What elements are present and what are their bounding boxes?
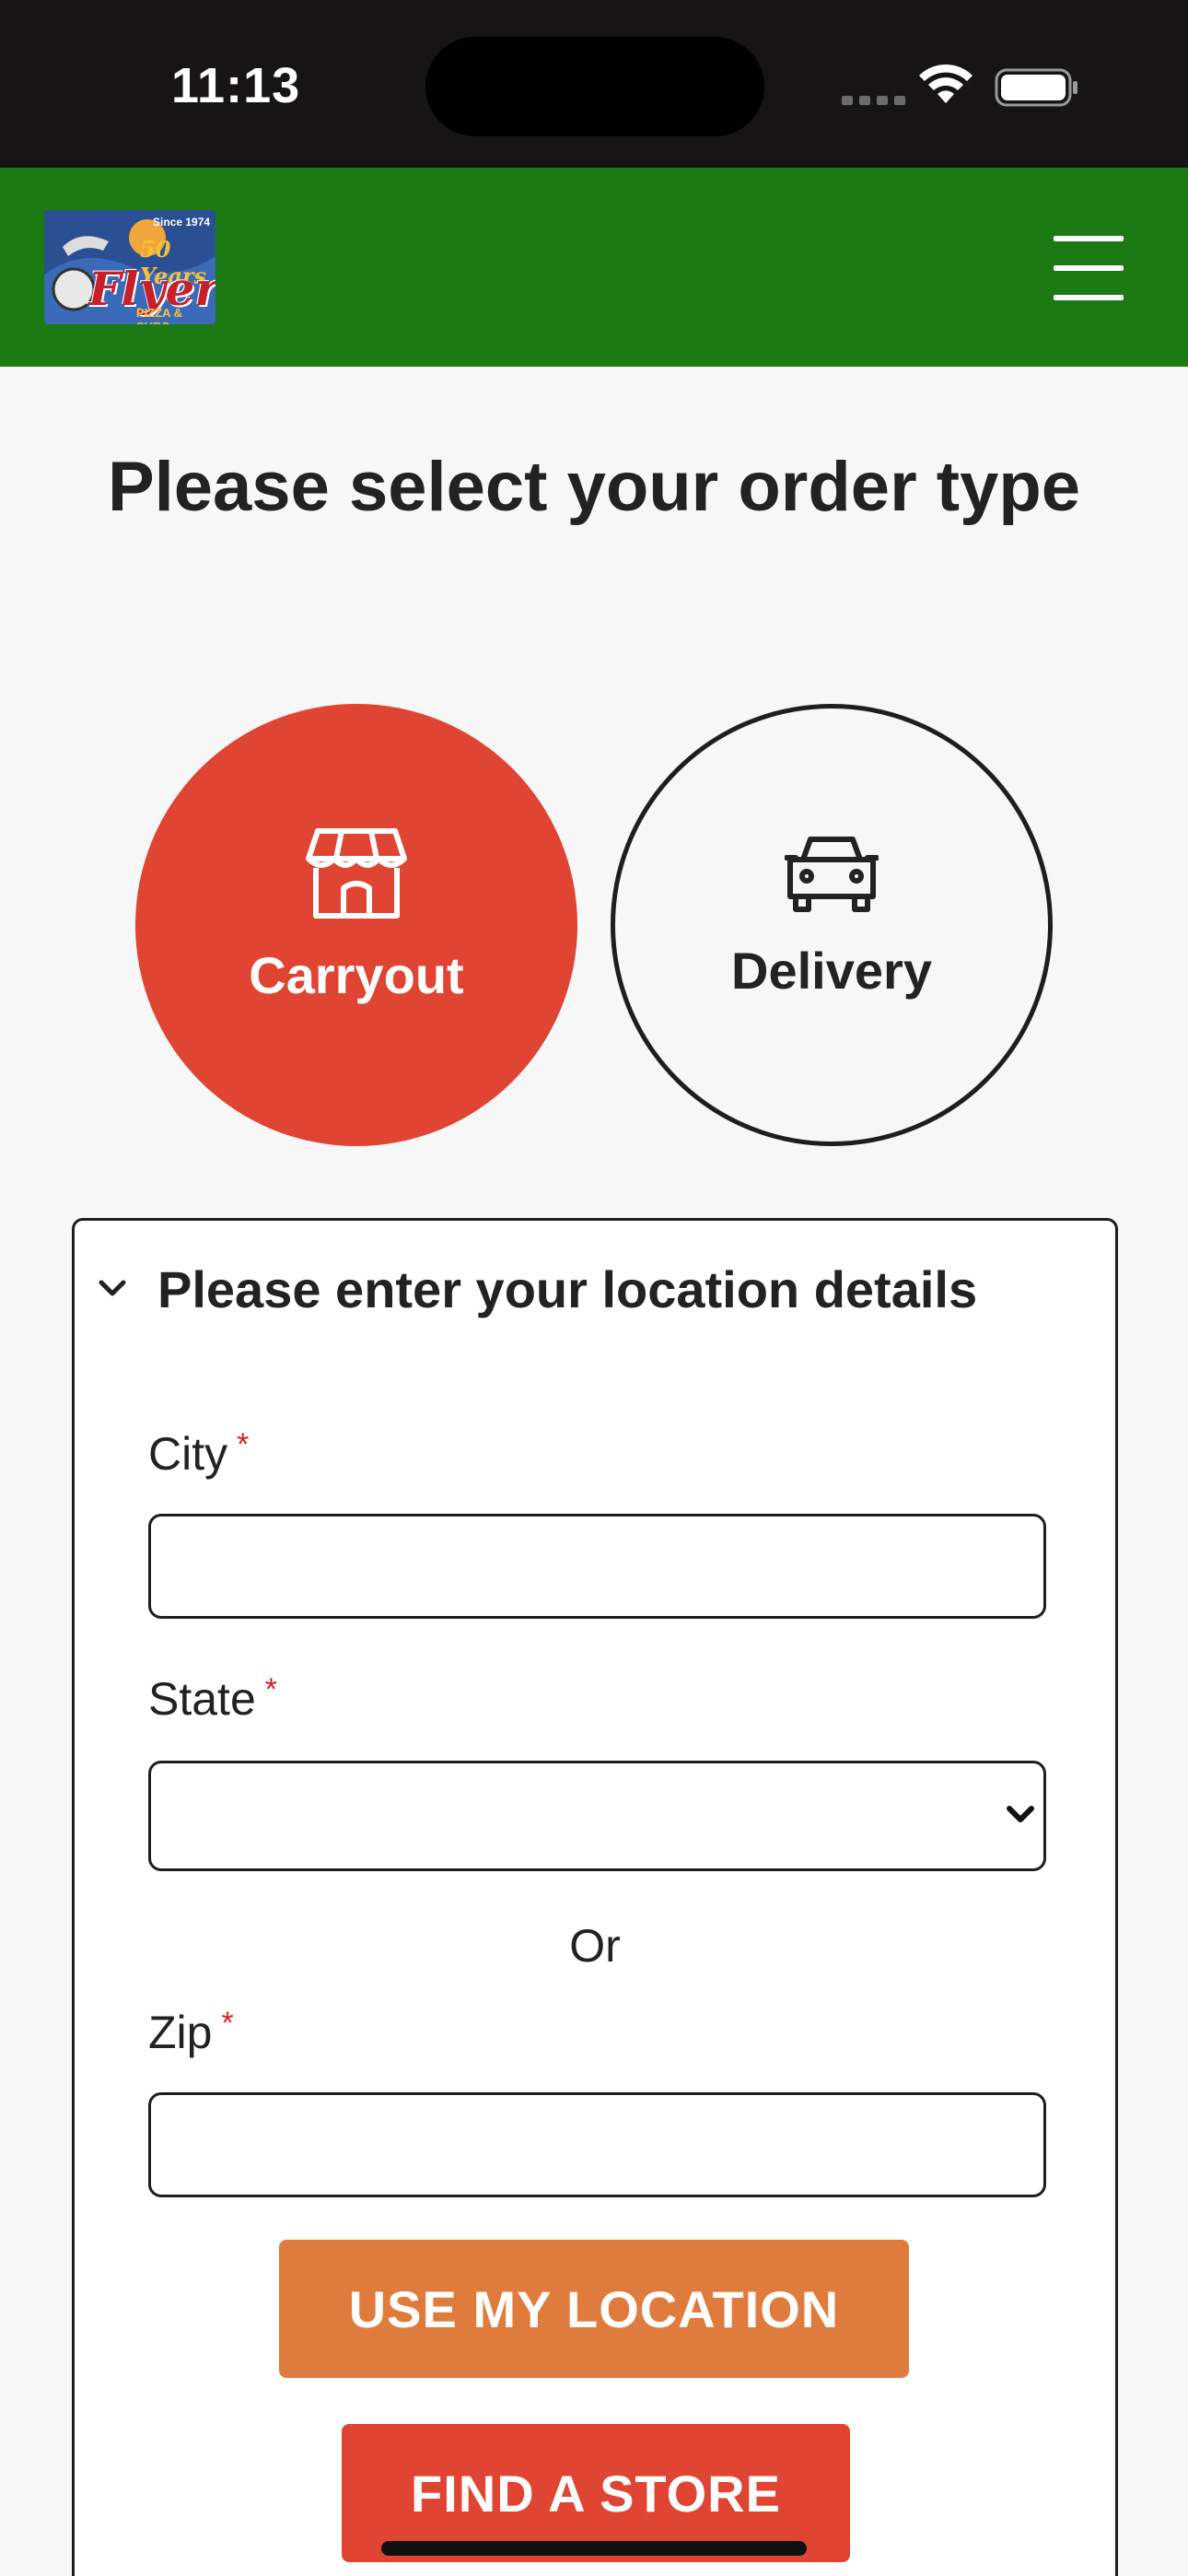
city-required-mark: * <box>237 1427 250 1462</box>
status-time: 11:13 <box>171 58 301 113</box>
page-title: Please select your order type <box>107 448 1081 526</box>
location-details-card: Please enter your location details City *… <box>72 1218 1118 2576</box>
state-label-text: State <box>148 1673 256 1725</box>
car-icon <box>785 836 879 912</box>
zip-input[interactable] <box>148 2092 1046 2197</box>
zip-label: Zip * <box>148 2006 234 2059</box>
flyers-logo[interactable]: Since 1974 50 Years Flyers PIZZA & SUBS <box>44 210 215 324</box>
logo-since: Since 1974 <box>153 216 211 228</box>
location-details-title: Please enter your location details <box>157 1259 978 1318</box>
city-label-text: City <box>148 1428 228 1480</box>
chevron-down-icon <box>99 1280 126 1296</box>
page: 11:13 Since 1974 50 Years Flye PIZZA & P… <box>0 0 1188 2576</box>
logo-subtitle: PIZZA & SUBS <box>136 306 183 324</box>
wifi-icon <box>919 64 973 103</box>
delivery-label: Delivery <box>731 941 932 1000</box>
carryout-label: Carryout <box>249 945 464 1004</box>
state-select-box[interactable] <box>148 1761 1046 1871</box>
city-label: City * <box>148 1427 249 1481</box>
state-select[interactable] <box>148 1761 1046 1871</box>
status-bar: 11:13 <box>0 0 1188 168</box>
city-input[interactable] <box>148 1514 1046 1619</box>
home-indicator <box>381 2541 807 2556</box>
hamburger-menu-icon[interactable] <box>1054 236 1124 300</box>
dynamic-island <box>425 37 764 136</box>
state-label: State * <box>148 1672 277 1726</box>
battery-icon <box>995 68 1077 107</box>
zip-required-mark: * <box>221 2006 234 2041</box>
state-required-mark: * <box>264 1672 277 1707</box>
delivery-option[interactable]: Delivery <box>611 704 1053 1146</box>
location-details-toggle[interactable]: Please enter your location details <box>99 1252 1093 1326</box>
carryout-option[interactable]: Carryout <box>135 704 577 1146</box>
site-header: Since 1974 50 Years Flyers PIZZA & SUBS <box>0 168 1188 367</box>
storefront-icon <box>306 827 407 919</box>
use-my-location-button[interactable]: USE MY LOCATION <box>279 2240 909 2378</box>
chevron-down-icon <box>1007 1806 1034 1822</box>
cellular-signal-icon <box>842 96 905 105</box>
zip-label-text: Zip <box>148 2007 213 2058</box>
or-separator: Or <box>569 1920 621 1972</box>
